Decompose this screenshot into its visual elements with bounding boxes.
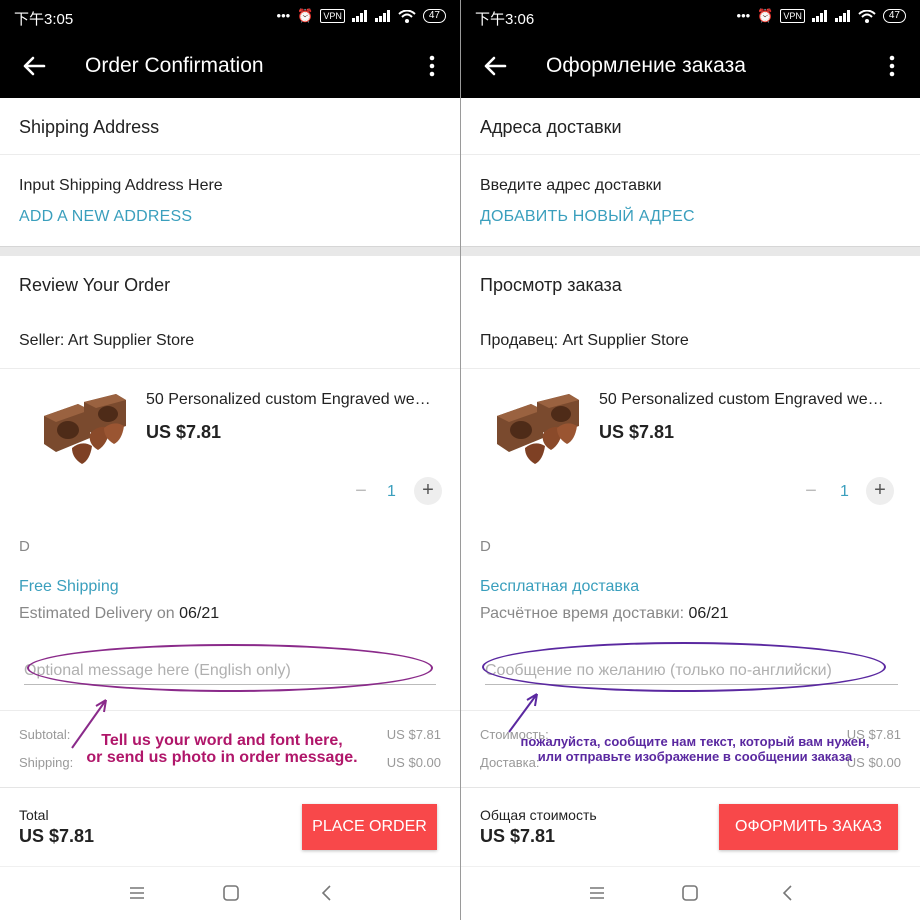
- vpn-icon: VPN: [320, 9, 345, 23]
- add-address-link[interactable]: ДОБАВИТЬ НОВЫЙ АДРЕС: [480, 208, 695, 226]
- battery-icon: 47: [422, 9, 446, 23]
- system-nav-bar: [0, 866, 460, 920]
- panel-russian: 下午3:06 ••• ⏰ VPN 47 Оформление заказа Ад…: [461, 0, 920, 920]
- signal-icon: [834, 10, 850, 22]
- status-bar: 下午3:05 ••• ⏰ VPN 47: [0, 0, 460, 34]
- product-image[interactable]: [38, 394, 128, 470]
- seller-row: Продавец: Art Supplier Store: [480, 332, 689, 350]
- panel-english: 下午3:05 ••• ⏰ VPN 47 Order Confirmation S…: [0, 0, 460, 920]
- est-date: 06/21: [688, 605, 729, 622]
- qty-increase-button[interactable]: +: [414, 477, 442, 505]
- product-price: US $7.81: [146, 422, 222, 442]
- estimated-delivery: Estimated Delivery on 06/21: [19, 605, 219, 623]
- address-hint: Введите адрес доставки: [480, 177, 662, 194]
- divider: [0, 368, 460, 369]
- subtotal-label: Subtotal:: [19, 727, 71, 742]
- more-vertical-icon[interactable]: [882, 54, 902, 78]
- est-date: 06/21: [179, 605, 220, 622]
- qty-decrease-button[interactable]: −: [797, 478, 825, 506]
- status-time: 下午3:06: [475, 11, 535, 28]
- status-icons: ••• ⏰ VPN 47: [737, 8, 906, 24]
- place-order-button[interactable]: ОФОРМИТЬ ЗАКАЗ: [719, 804, 898, 850]
- product-name[interactable]: 50 Personalized custom Engraved we…: [599, 391, 891, 409]
- dots-icon: •••: [736, 8, 751, 23]
- wifi-icon: [858, 9, 876, 23]
- qty-value: 1: [840, 483, 849, 500]
- nav-menu-icon[interactable]: [127, 883, 147, 903]
- address-hint: Input Shipping Address Here: [19, 177, 223, 194]
- signal-icon: [374, 10, 390, 22]
- annotation-text: Tell us your word and font here, or send…: [86, 732, 358, 766]
- seller-name[interactable]: Art Supplier Store: [68, 332, 194, 349]
- free-shipping-link[interactable]: Free Shipping: [19, 578, 119, 596]
- subtotal-value: US $7.81: [386, 727, 441, 742]
- system-nav-bar: [461, 866, 920, 920]
- place-order-button[interactable]: PLACE ORDER: [302, 804, 437, 850]
- est-label: Расчётное время доставки:: [480, 605, 685, 622]
- status-icons: ••• ⏰ VPN 47: [277, 8, 446, 24]
- free-shipping-link[interactable]: Бесплатная доставка: [480, 578, 639, 596]
- seller-row: Seller: Art Supplier Store: [19, 332, 194, 350]
- wifi-icon: [398, 9, 416, 23]
- product-image[interactable]: [491, 394, 581, 470]
- product-price: US $7.81: [599, 422, 675, 442]
- divider: [461, 154, 920, 155]
- shipping-label: Shipping:: [19, 755, 74, 770]
- checkout-bar: Общая стоимость US $7.81 ОФОРМИТЬ ЗАКАЗ: [461, 787, 920, 865]
- section-divider: [0, 246, 460, 256]
- alarm-icon: ⏰: [297, 8, 314, 23]
- signal-icon: [811, 10, 827, 22]
- page-title: Оформление заказа: [546, 54, 746, 77]
- dots-icon: •••: [276, 8, 291, 23]
- annotation-oval: [482, 642, 886, 692]
- annotation-oval: [27, 644, 433, 692]
- battery-icon: 47: [882, 9, 906, 23]
- page-title: Order Confirmation: [85, 54, 264, 77]
- nav-menu-icon[interactable]: [587, 883, 607, 903]
- seller-label: Продавец:: [480, 332, 559, 349]
- seller-label: Seller:: [19, 332, 65, 349]
- signal-icon: [351, 10, 367, 22]
- review-order-header: Просмотр заказа: [480, 275, 622, 295]
- seller-name[interactable]: Art Supplier Store: [562, 332, 688, 349]
- variant-label: D: [480, 538, 491, 555]
- est-label: Estimated Delivery on: [19, 605, 175, 622]
- qty-increase-button[interactable]: +: [866, 477, 894, 505]
- more-vertical-icon[interactable]: [422, 54, 442, 78]
- review-order-header: Review Your Order: [19, 275, 171, 295]
- qty-value: 1: [387, 483, 396, 500]
- nav-home-icon[interactable]: [680, 883, 700, 903]
- back-arrow-icon[interactable]: [481, 52, 509, 80]
- estimated-delivery: Расчётное время доставки: 06/21: [480, 605, 729, 623]
- total-label: Total: [19, 807, 49, 823]
- product-name[interactable]: 50 Personalized custom Engraved we…: [146, 391, 438, 409]
- shipping-address-header: Shipping Address: [19, 117, 160, 137]
- app-bar: Оформление заказа: [461, 34, 920, 98]
- shipping-address-header: Адреса доставки: [480, 117, 622, 137]
- shipping-value: US $0.00: [386, 755, 441, 770]
- nav-back-icon[interactable]: [778, 883, 798, 903]
- app-bar: Order Confirmation: [0, 34, 460, 98]
- add-address-link[interactable]: ADD A NEW ADDRESS: [19, 208, 192, 226]
- total-value: US $7.81: [480, 826, 556, 846]
- total-label: Общая стоимость: [480, 807, 597, 823]
- nav-home-icon[interactable]: [221, 883, 241, 903]
- annotation-arrow: [508, 693, 538, 733]
- annotation-text: пожалуйста, сообщите нам текст, который …: [520, 734, 870, 764]
- section-divider: [461, 246, 920, 256]
- qty-decrease-button[interactable]: −: [347, 478, 375, 506]
- divider: [0, 154, 460, 155]
- alarm-icon: ⏰: [757, 8, 774, 23]
- checkout-bar: Total US $7.81 PLACE ORDER: [0, 787, 460, 865]
- nav-back-icon[interactable]: [317, 883, 337, 903]
- status-time: 下午3:05: [14, 11, 74, 28]
- divider: [461, 368, 920, 369]
- vpn-icon: VPN: [780, 9, 805, 23]
- status-bar: 下午3:06 ••• ⏰ VPN 47: [461, 0, 920, 34]
- total-value: US $7.81: [19, 826, 95, 846]
- variant-label: D: [19, 538, 30, 555]
- back-arrow-icon[interactable]: [20, 52, 48, 80]
